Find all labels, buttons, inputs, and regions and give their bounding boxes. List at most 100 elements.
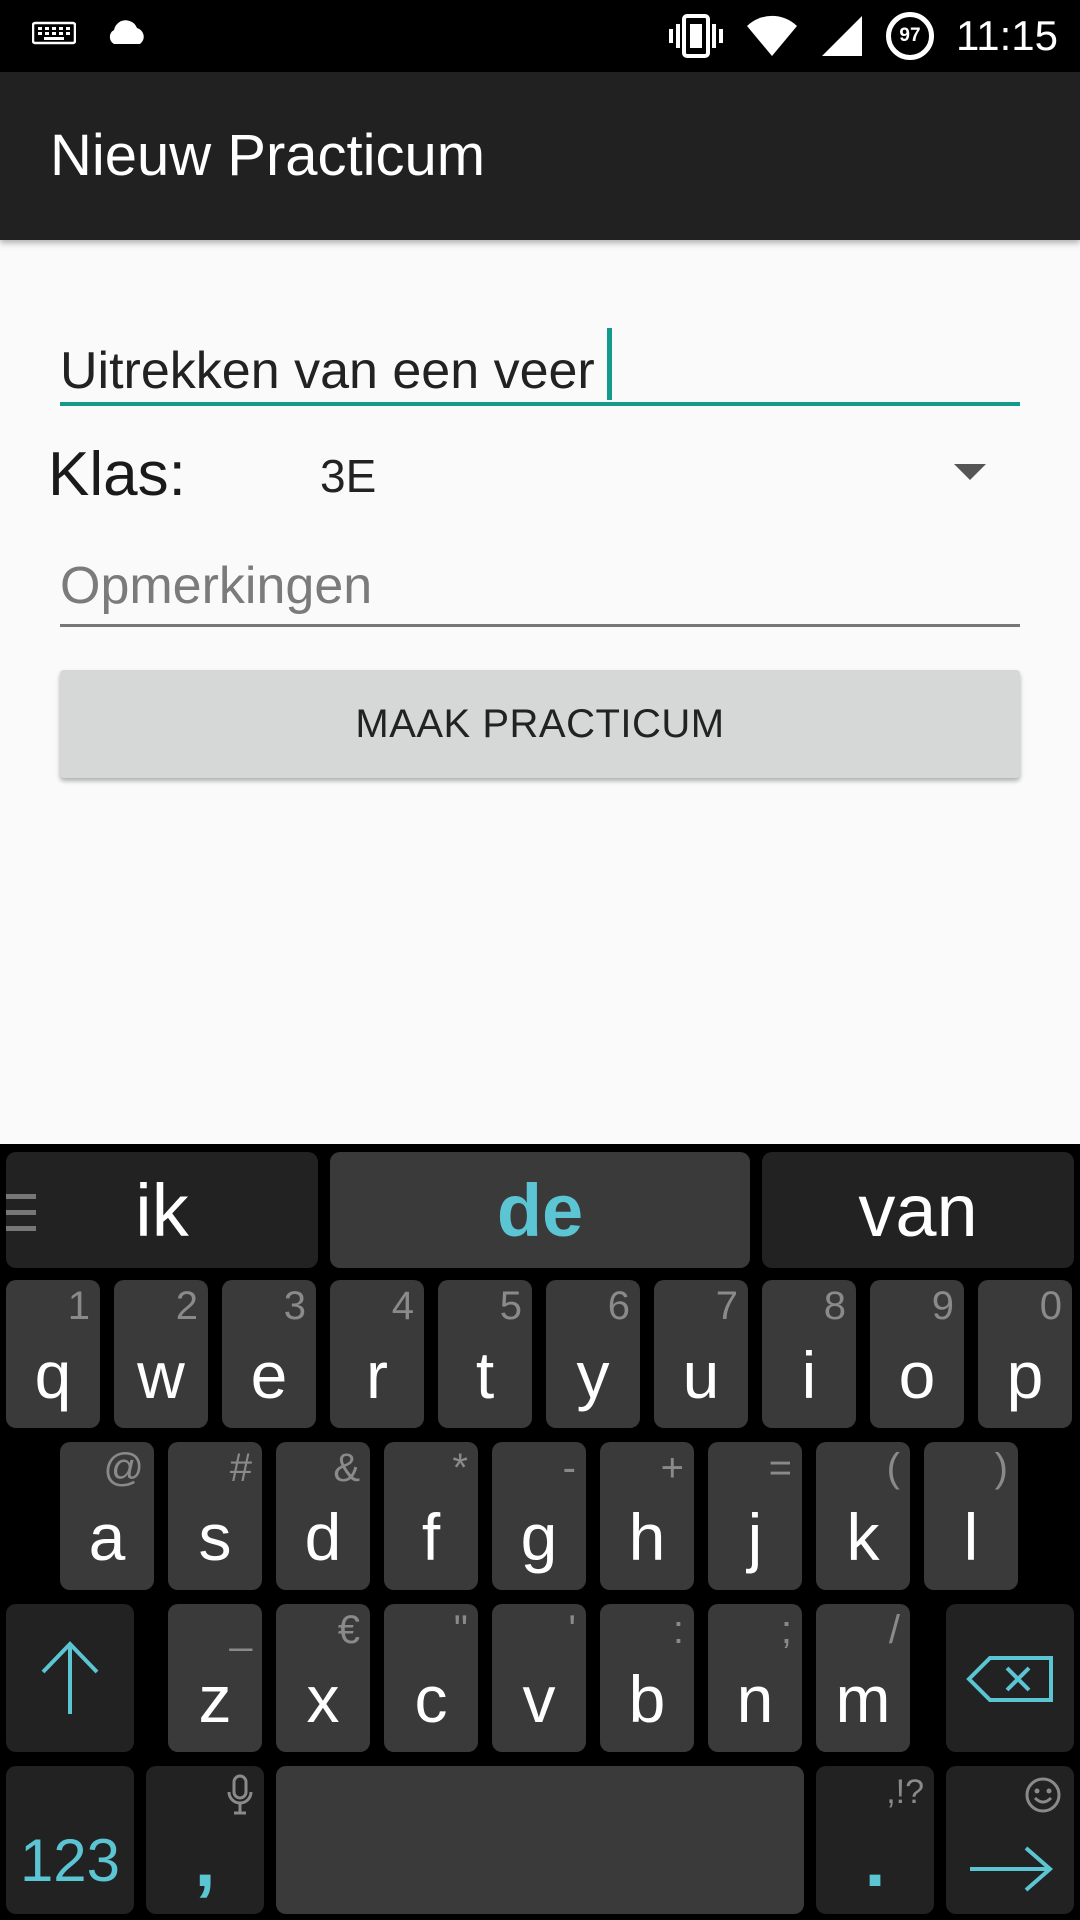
key-p[interactable]: 0p [978,1280,1072,1428]
key-i[interactable]: 8i [762,1280,856,1428]
key-hint: 8 [823,1284,846,1328]
suggestion-center-label: de [496,1168,584,1252]
key-label: r [366,1338,388,1412]
arrow-right-icon [970,1846,1054,1892]
key-hint: 4 [391,1284,414,1328]
key-hint: * [452,1446,468,1490]
key-a[interactable]: @ a [60,1442,154,1590]
text-cursor [606,328,612,400]
key-s[interactable]: # s [168,1442,262,1590]
key-q[interactable]: 1q [6,1280,100,1428]
key-l[interactable]: ) l [924,1442,1018,1590]
key-label: n [736,1662,774,1736]
suggestion-left[interactable]: ik [6,1152,318,1268]
backspace-key[interactable] [946,1604,1074,1752]
key-label: j [747,1500,763,1574]
key-hint: 6 [607,1284,630,1328]
comma-key[interactable]: , [146,1766,264,1914]
key-u[interactable]: 7u [654,1280,748,1428]
key-hint: € [337,1608,360,1652]
suggestion-left-label: ik [135,1168,189,1252]
key-o[interactable]: 9o [870,1280,964,1428]
dropdown-arrow-icon [954,464,986,480]
key-hint: : [672,1608,684,1652]
key-c[interactable]: " c [384,1604,478,1752]
space-bar[interactable] [276,1766,804,1914]
battery-icon: 97 [886,12,934,60]
key-n[interactable]: ; n [708,1604,802,1752]
key-label: z [198,1662,232,1736]
opmerkingen-input[interactable]: Opmerkingen [60,548,1020,627]
key-b[interactable]: :b [600,1604,694,1752]
key-y[interactable]: 6y [546,1280,640,1428]
key-label: h [628,1500,666,1574]
key-label: y [576,1338,610,1412]
key-j[interactable]: = j [708,1442,802,1590]
key-hint: 7 [715,1284,738,1328]
status-bar: 97 11:15 [0,0,1080,72]
key-hint: 9 [931,1284,954,1328]
key-h[interactable]: + h [600,1442,694,1590]
keyboard-icon [32,21,76,45]
key-hint: / [888,1608,900,1652]
key-label: d [304,1500,342,1574]
shift-key[interactable] [6,1604,134,1752]
key-z[interactable]: _ z [168,1604,262,1752]
soft-keyboard: ik de van 1q 2w 3e 4r 5t 6y 7u 8i 9o 0p … [0,1144,1080,1920]
klas-selected-value: 3E [320,450,377,502]
klas-dropdown[interactable]: 3E [320,440,990,510]
key-hint: _ [229,1608,252,1652]
klas-label: Klas: [48,440,186,509]
key-hint: 3 [283,1284,306,1328]
key-f[interactable]: * f [384,1442,478,1590]
key-m[interactable]: / m [816,1604,910,1752]
key-label: i [801,1338,817,1412]
cloud-icon [109,20,144,44]
period-key-hint: ,!? [886,1773,924,1811]
key-label: v [522,1662,556,1736]
key-hint: & [333,1446,360,1490]
key-hint: ; [780,1608,792,1652]
status-time: 11:15 [956,12,1058,59]
key-label: q [34,1338,72,1412]
comma-key-label: , [194,1818,216,1903]
key-hint: ( [886,1446,900,1490]
key-w[interactable]: 2w [114,1280,208,1428]
key-e[interactable]: 3e [222,1280,316,1428]
key-label: a [88,1500,126,1574]
suggestion-right-label: van [858,1168,978,1252]
key-g[interactable]: -g [492,1442,586,1590]
key-r[interactable]: 4r [330,1280,424,1428]
key-label: t [475,1338,495,1412]
key-label: w [137,1338,185,1412]
key-label: m [835,1662,891,1736]
key-x[interactable]: € x [276,1604,370,1752]
suggestion-center[interactable]: de [330,1152,750,1268]
microphone-icon [227,1774,253,1815]
key-label: e [250,1338,288,1412]
key-hint: 5 [499,1284,522,1328]
period-key[interactable]: ,!? . [816,1766,934,1914]
key-k[interactable]: (k [816,1442,910,1590]
vibrate-icon [669,14,723,58]
enter-key[interactable] [946,1766,1074,1914]
app-bar: Nieuw Practicum [0,72,1080,240]
maak-practicum-button[interactable]: MAAK PRACTICUM [60,670,1020,778]
cell-signal-icon [822,16,862,56]
numbers-key[interactable]: 123 [6,1766,134,1914]
key-d[interactable]: & d [276,1442,370,1590]
numbers-key-label: 123 [19,1827,121,1894]
practicum-title-input[interactable]: Uitrekken van een veer [60,320,1020,406]
key-t[interactable]: 5t [438,1280,532,1428]
opmerkingen-placeholder: Opmerkingen [60,557,373,615]
key-label: o [898,1338,936,1412]
suggestion-right[interactable]: van [762,1152,1074,1268]
period-key-label: . [864,1818,886,1903]
key-hint: # [229,1446,252,1490]
menu-icon[interactable] [6,1194,36,1242]
key-label: l [963,1500,979,1574]
key-v[interactable]: ' v [492,1604,586,1752]
key-hint: 1 [67,1284,90,1328]
key-hint: - [562,1446,576,1490]
smiley-icon [1025,1777,1061,1813]
